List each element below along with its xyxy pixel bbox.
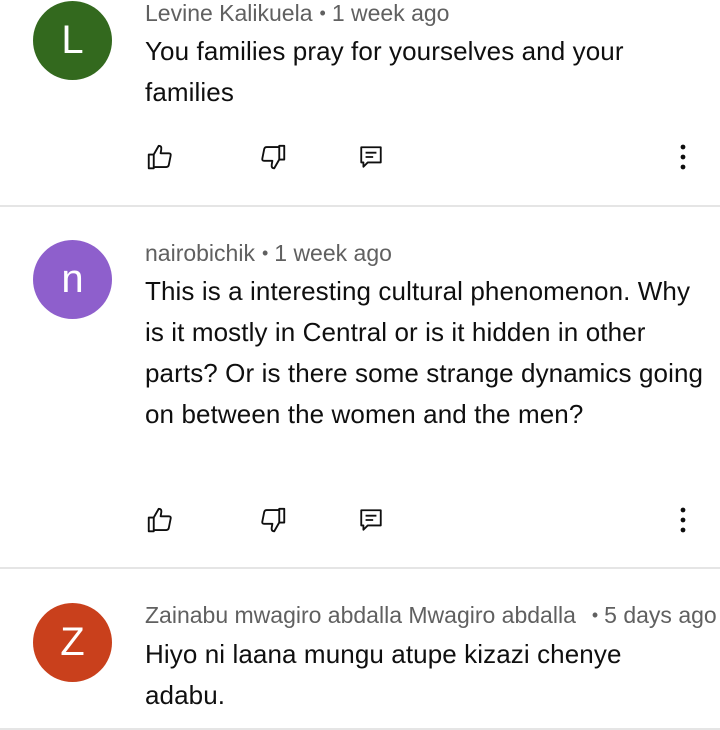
thumbs-down-icon: [261, 507, 286, 533]
author-name[interactable]: nairobichik: [145, 238, 255, 268]
like-button[interactable]: [140, 137, 180, 177]
comment-time[interactable]: 1 week ago: [332, 0, 450, 28]
thumbs-up-icon: [147, 507, 172, 533]
more-options-button[interactable]: [663, 137, 703, 177]
more-vert-icon: [680, 144, 686, 170]
comment-meta: Levine Kalikuela • 1 week ago: [145, 0, 720, 28]
thumbs-down-icon: [261, 144, 286, 170]
comment-text: This is a interesting cultural phenomeno…: [145, 276, 704, 429]
comment-item: L Levine Kalikuela • 1 week ago You fami…: [0, 0, 720, 205]
dislike-button[interactable]: [253, 137, 293, 177]
meta-separator: •: [319, 3, 326, 23]
avatar[interactable]: Z: [33, 603, 112, 682]
comment-meta: nairobichik • 1 week ago: [145, 238, 720, 268]
reply-comment-icon: [360, 146, 382, 168]
comment-text: You families pray for yourselves and you…: [145, 36, 624, 107]
meta-separator: •: [591, 605, 599, 625]
reply-comment-icon: [360, 509, 382, 531]
avatar[interactable]: L: [33, 1, 112, 80]
thumbs-up-icon: [147, 144, 172, 170]
comment-text: Hiyo ni laana mungu atupe kizazi chenye …: [145, 639, 622, 710]
author-name[interactable]: Zainabu mwagiro abdalla Mwagiro abdalla: [145, 600, 576, 630]
comment-item: Z Zainabu mwagiro abdalla Mwagiro abdall…: [0, 569, 720, 730]
comment-time[interactable]: 1 week ago: [274, 238, 392, 268]
more-options-button[interactable]: [663, 500, 703, 540]
author-name[interactable]: Levine Kalikuela: [145, 0, 313, 28]
like-button[interactable]: [140, 500, 180, 540]
reply-button[interactable]: [351, 500, 391, 540]
avatar[interactable]: n: [33, 240, 112, 319]
comment-actions: [0, 137, 720, 177]
comment-meta: Zainabu mwagiro abdalla Mwagiro abdalla …: [145, 600, 720, 630]
comment-time[interactable]: 5 days ago: [604, 600, 717, 630]
comment-actions: [0, 500, 720, 540]
reply-button[interactable]: [351, 137, 391, 177]
dislike-button[interactable]: [253, 500, 293, 540]
comment-item: n nairobichik • 1 week ago This is a int…: [0, 207, 720, 567]
meta-separator: •: [261, 243, 269, 263]
more-vert-icon: [680, 507, 686, 533]
